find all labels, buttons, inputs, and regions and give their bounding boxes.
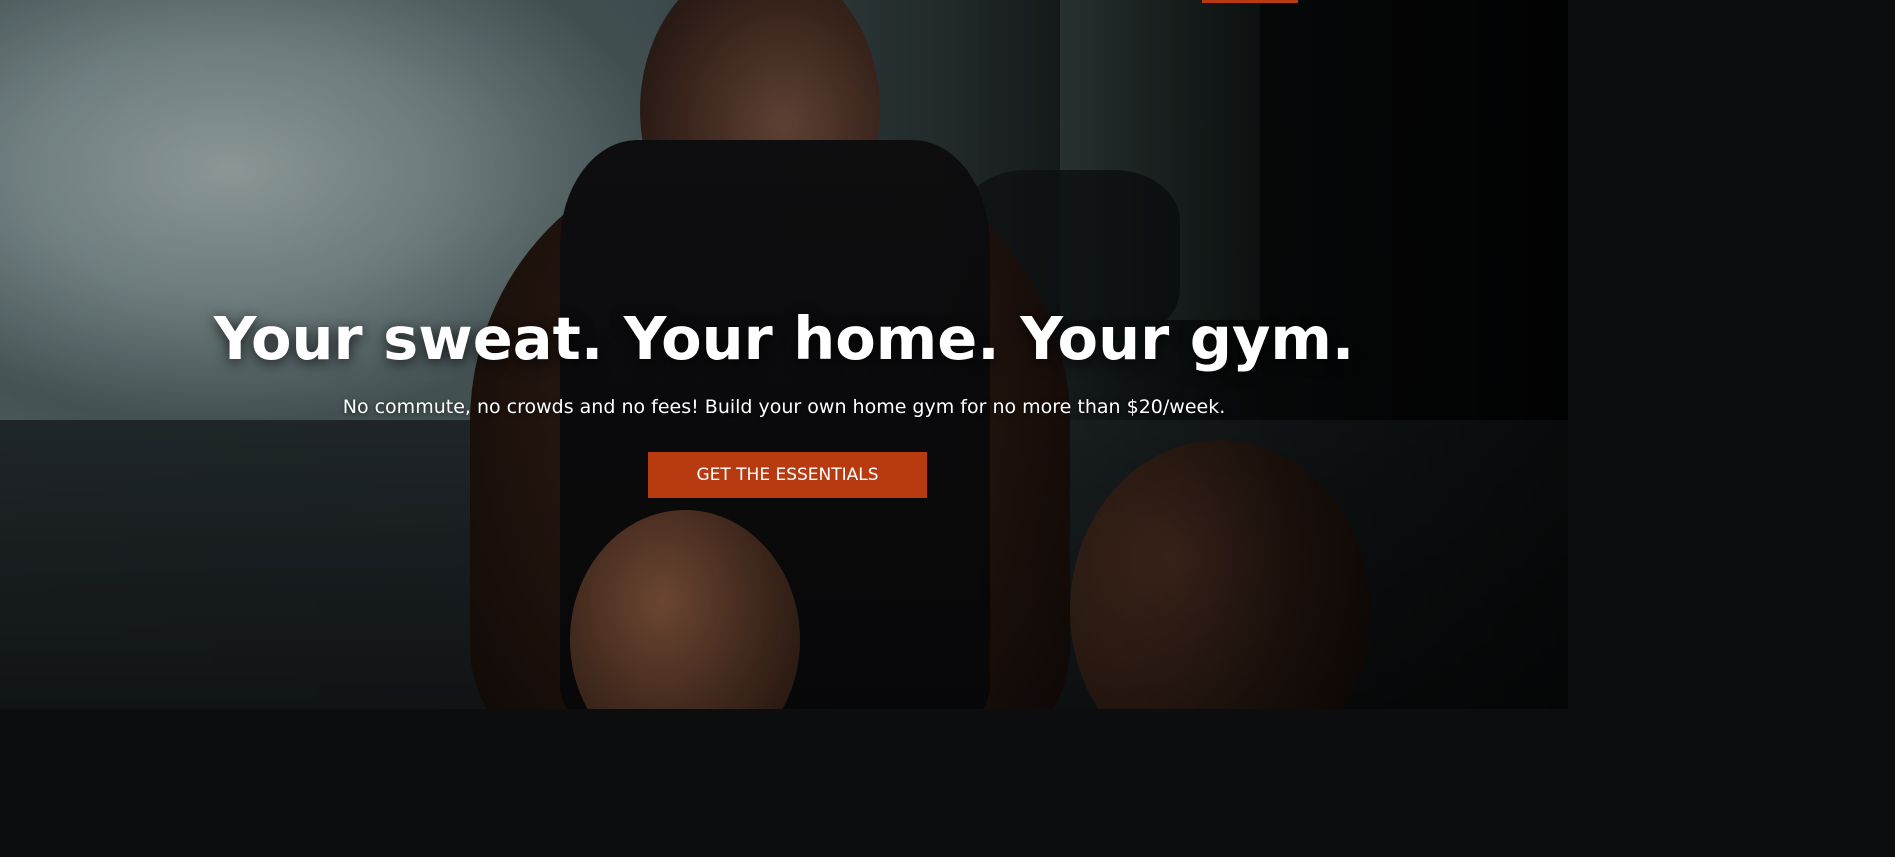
hero-section: Your sweat. Your home. Your gym. No comm… [0,0,1568,709]
hero-content: Your sweat. Your home. Your gym. No comm… [0,0,1568,709]
hero-headline: Your sweat. Your home. Your gym. [213,304,1355,373]
hero-subheadline: No commute, no crowds and no fees! Build… [342,396,1226,418]
get-the-essentials-button[interactable]: GET THE ESSENTIALS [648,452,927,498]
